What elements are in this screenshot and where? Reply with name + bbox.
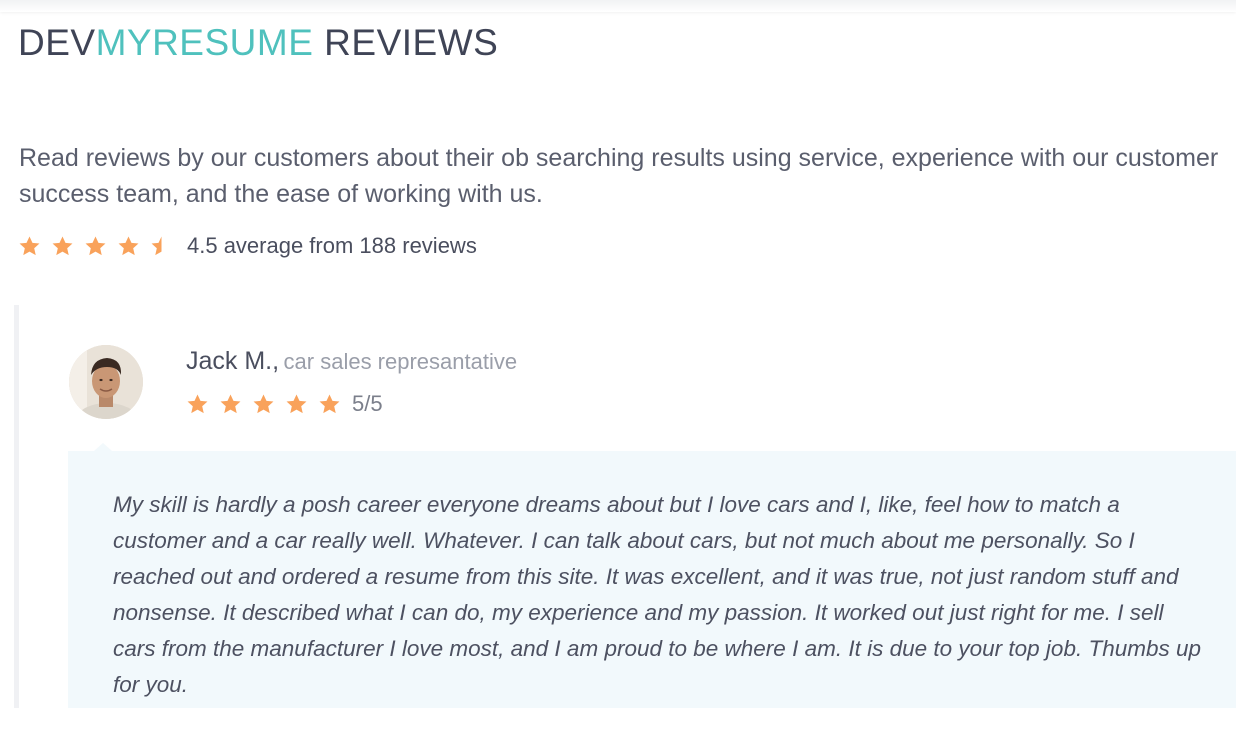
rating-summary: 4.5 average from 188 reviews [18, 230, 477, 262]
intro-text: Read reviews by our customers about thei… [19, 144, 1219, 208]
star-icon [219, 393, 242, 416]
star-icon [117, 235, 140, 258]
star-icon [318, 393, 341, 416]
star-icon [285, 393, 308, 416]
review-stars [186, 393, 351, 416]
half-star-icon [150, 235, 173, 258]
title-brand: MYRESUME [95, 22, 314, 63]
review-card: Jack M., car sales represantative 5/5 My… [14, 305, 1236, 708]
review-rating: 5/5 [186, 391, 383, 417]
review-body: My skill is hardly a posh career everyon… [68, 443, 1236, 708]
title-reviews: REVIEWS [313, 22, 499, 63]
star-icon [18, 235, 41, 258]
star-icon [186, 393, 209, 416]
summary-text: 4.5 average from 188 reviews [187, 233, 477, 258]
star-icon [51, 235, 74, 258]
reviewer-avatar [69, 345, 143, 419]
reviewer-info: Jack M., car sales represantative [186, 347, 517, 376]
page-title: DEVMYRESUME REVIEWS [18, 22, 498, 64]
top-bar [0, 0, 1236, 12]
star-icon [84, 235, 107, 258]
reviewer-role: car sales represantative [283, 349, 518, 374]
review-text: My skill is hardly a posh career everyon… [113, 492, 1202, 697]
summary-stars [18, 235, 183, 258]
review-score: 5/5 [352, 391, 383, 416]
title-dev: DEV [18, 22, 96, 63]
star-icon [252, 393, 275, 416]
reviewer-name: Jack M., [186, 347, 280, 375]
avatar-photo-icon [69, 345, 143, 419]
